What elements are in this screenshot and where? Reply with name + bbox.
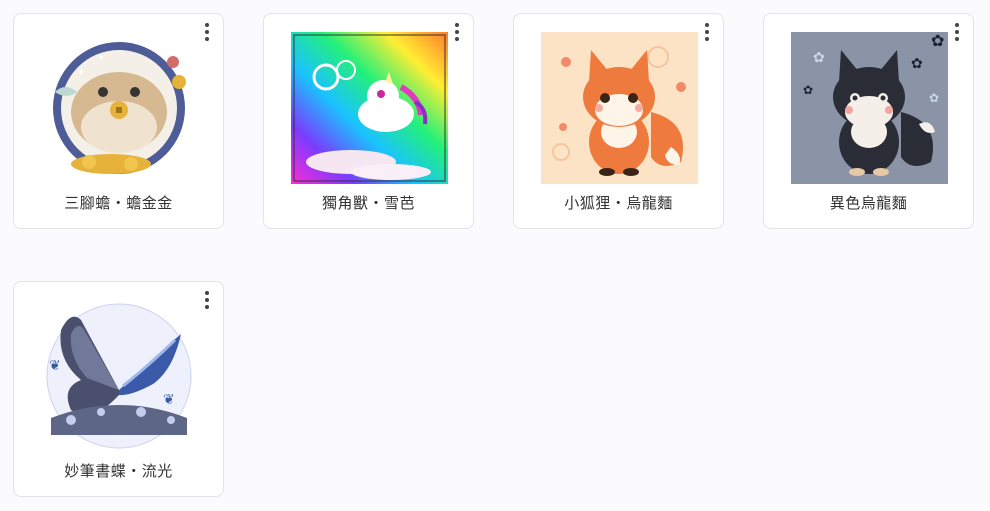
sticker-card[interactable]: ✿ ✿ ✿ ✿ ✿ 異色烏龍麵 [763, 13, 974, 229]
sticker-card[interactable]: 小狐狸・烏龍麵 [513, 13, 724, 229]
svg-text:❦: ❦ [163, 392, 175, 408]
sticker-card[interactable]: 三腳蟾・蟾金金 [13, 13, 224, 229]
more-options-icon[interactable] [199, 20, 215, 44]
black-fox-image[interactable]: ✿ ✿ ✿ ✿ ✿ [791, 32, 948, 184]
more-options-icon[interactable] [949, 20, 965, 44]
svg-text:✿: ✿ [929, 91, 939, 105]
more-options-icon[interactable] [199, 288, 215, 312]
svg-text:✿: ✿ [911, 56, 923, 72]
golden-toad-image[interactable] [41, 32, 198, 184]
svg-text:✿: ✿ [931, 32, 944, 50]
sticker-card[interactable]: ❦ ❦ 妙筆書蝶・流光 [13, 281, 224, 497]
rainbow-unicorn-image[interactable] [291, 32, 448, 184]
orange-fox-image[interactable] [541, 32, 698, 184]
sticker-title: 三腳蟾・蟾金金 [64, 194, 173, 212]
sticker-title: 小狐狸・烏龍麵 [564, 194, 673, 212]
blue-butterfly-image[interactable]: ❦ ❦ [41, 300, 198, 452]
sticker-title: 異色烏龍麵 [829, 194, 908, 212]
sticker-card[interactable]: 獨角獸・雪芭 [263, 13, 474, 229]
sticker-title: 妙筆書蝶・流光 [64, 462, 173, 480]
svg-text:✿: ✿ [803, 83, 813, 97]
svg-text:✿: ✿ [813, 50, 825, 66]
more-options-icon[interactable] [449, 20, 465, 44]
svg-text:❦: ❦ [49, 358, 61, 374]
sticker-title: 獨角獸・雪芭 [321, 194, 415, 212]
more-options-icon[interactable] [699, 20, 715, 44]
